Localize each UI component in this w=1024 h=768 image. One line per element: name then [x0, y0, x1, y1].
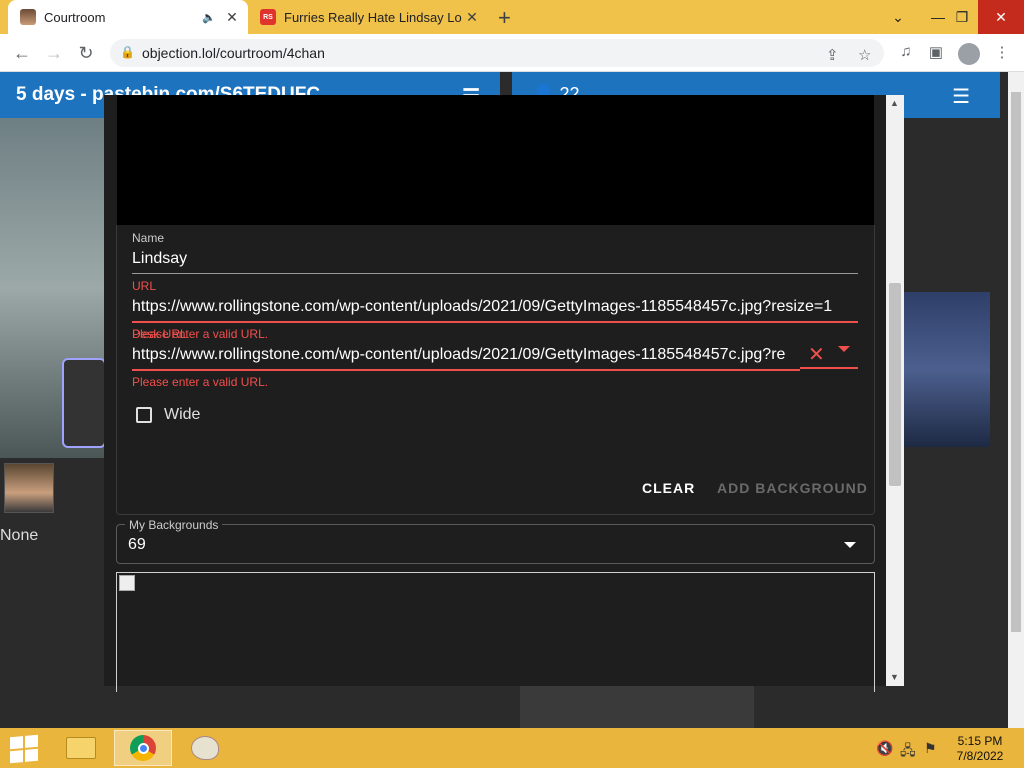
speaker-icon[interactable]: 🔈: [202, 11, 216, 24]
background-card: [520, 686, 754, 728]
dialog-scroll-thumb[interactable]: [889, 283, 901, 486]
share-icon[interactable]: ⇪: [826, 46, 839, 64]
clock-date: 7/8/2022: [956, 749, 1004, 763]
tab-courtroom[interactable]: Courtroom 🔈 ✕: [8, 0, 248, 34]
background-image-frame: [116, 572, 875, 692]
character-avatar[interactable]: [4, 463, 54, 513]
name-field[interactable]: Name Lindsay: [132, 231, 858, 274]
profile-avatar[interactable]: [958, 43, 980, 65]
system-clock[interactable]: 5:15 PM 7/8/2022: [950, 734, 1010, 764]
desk-url-dropdown-icon[interactable]: [838, 346, 850, 352]
my-backgrounds-label: My Backgrounds: [125, 518, 223, 532]
back-icon[interactable]: ←: [10, 41, 34, 65]
action-center-flag-icon[interactable]: ⚑: [924, 740, 937, 757]
tab-title: Courtroom: [44, 9, 106, 25]
browser-toolbar: ← → ↻ 🔒 objection.lol/courtroom/4chan ⇪ …: [0, 34, 1024, 72]
start-button-icon[interactable]: [10, 734, 38, 764]
paint-taskbar-button[interactable]: [176, 730, 234, 766]
courtroom-favicon-icon: [20, 9, 36, 25]
windows-taskbar: 🔇 🖧 ⚑ 5:15 PM 7/8/2022: [0, 728, 1024, 768]
close-window-icon[interactable]: ✕: [978, 0, 1024, 34]
desk-url-field[interactable]: Desk URL https://www.rollingstone.com/wp…: [132, 327, 800, 389]
scroll-up-icon[interactable]: ▲: [890, 98, 899, 108]
lock-icon[interactable]: 🔒: [120, 45, 135, 59]
url-input[interactable]: https://www.rollingstone.com/wp-content/…: [132, 298, 858, 323]
name-label: Name: [132, 231, 165, 245]
side-panel-icon[interactable]: ▣: [926, 43, 946, 63]
close-tab-icon[interactable]: ✕: [462, 9, 482, 26]
page-scrollbar[interactable]: [1008, 72, 1024, 728]
file-explorer-button[interactable]: [52, 730, 110, 766]
background-preview: [117, 95, 874, 225]
dropdown-arrow-icon[interactable]: [844, 542, 856, 548]
forward-icon[interactable]: →: [42, 41, 66, 65]
tab-strip: Courtroom 🔈 ✕ RS Furries Really Hate Lin…: [0, 0, 1024, 34]
hamburger-icon[interactable]: ☰: [952, 84, 970, 109]
close-tab-icon[interactable]: ✕: [222, 9, 242, 26]
paint-palette-icon: [191, 736, 219, 760]
desk-url-error-text: Please enter a valid URL.: [132, 375, 269, 389]
address-bar[interactable]: 🔒 objection.lol/courtroom/4chan ⇪ ☆: [110, 39, 884, 67]
chrome-menu-icon[interactable]: ⋮: [992, 43, 1012, 63]
new-tab-icon[interactable]: +: [498, 5, 511, 31]
bookmark-star-icon[interactable]: ☆: [858, 46, 871, 64]
rollingstone-favicon-icon: RS: [260, 9, 276, 25]
wide-checkbox[interactable]: [136, 407, 152, 423]
chrome-icon: [130, 735, 156, 761]
character-card[interactable]: [62, 358, 106, 448]
media-control-icon[interactable]: ♫: [896, 43, 916, 63]
tab-search-icon[interactable]: ⌄: [878, 0, 918, 34]
desk-url-label: Desk URL: [132, 327, 187, 341]
tab-title: Furries Really Hate Lindsay Lohan: [284, 9, 462, 25]
clear-desk-url-icon[interactable]: ✕: [808, 342, 825, 367]
clear-button[interactable]: CLEAR: [642, 480, 695, 496]
folder-icon: [66, 737, 96, 759]
add-background-button[interactable]: ADD BACKGROUND: [717, 480, 868, 496]
my-backgrounds-select[interactable]: My Backgrounds 69: [116, 518, 875, 564]
name-input[interactable]: Lindsay: [132, 250, 858, 274]
restore-icon[interactable]: ❐: [942, 0, 982, 34]
reload-icon[interactable]: ↻: [74, 41, 98, 65]
background-preview-image: [904, 292, 990, 447]
wide-label[interactable]: Wide: [164, 406, 200, 424]
character-select[interactable]: None: [0, 527, 38, 545]
address-url[interactable]: objection.lol/courtroom/4chan: [142, 45, 325, 61]
scroll-down-icon[interactable]: ▼: [890, 672, 899, 682]
network-icon[interactable]: 🖧: [900, 740, 916, 764]
my-backgrounds-value[interactable]: 69: [128, 536, 146, 554]
dialog-scrollbar[interactable]: ▲ ▼: [886, 95, 904, 686]
clock-time: 5:15 PM: [957, 734, 1003, 748]
desk-url-underline: [800, 367, 858, 369]
url-label: URL: [132, 279, 157, 293]
page-scroll-thumb[interactable]: [1011, 92, 1021, 632]
volume-muted-icon[interactable]: 🔇: [876, 740, 893, 757]
wide-checkbox-row[interactable]: Wide: [136, 406, 200, 424]
desk-url-input[interactable]: https://www.rollingstone.com/wp-content/…: [132, 346, 800, 371]
tab-furries[interactable]: RS Furries Really Hate Lindsay Lohan ✕: [252, 0, 488, 34]
chrome-taskbar-button[interactable]: [114, 730, 172, 766]
broken-image-icon: [119, 575, 135, 591]
